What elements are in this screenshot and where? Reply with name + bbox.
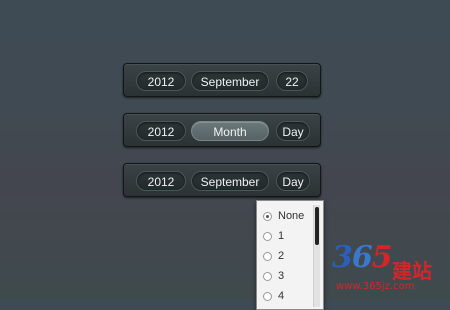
day-option-3[interactable]: 3 bbox=[263, 268, 284, 284]
radio-selected-icon bbox=[263, 211, 272, 221]
radio-icon bbox=[263, 271, 272, 281]
day-select[interactable]: Day bbox=[276, 121, 310, 141]
scrollbar-thumb[interactable] bbox=[315, 207, 319, 245]
watermark-url: www.365jz.com bbox=[336, 281, 415, 292]
date-picker-1: 2012 September 22 bbox=[123, 63, 321, 97]
day-select[interactable]: Day bbox=[276, 171, 310, 191]
day-option-none[interactable]: None bbox=[263, 208, 304, 224]
option-label: 1 bbox=[278, 230, 285, 242]
month-select[interactable]: Month bbox=[191, 121, 269, 141]
date-picker-3: 2012 September Day bbox=[123, 163, 321, 197]
month-select[interactable]: September bbox=[191, 71, 269, 91]
option-label: 4 bbox=[278, 290, 285, 302]
radio-icon bbox=[263, 251, 272, 261]
month-select[interactable]: September bbox=[191, 171, 269, 191]
radio-icon bbox=[263, 231, 272, 241]
year-select[interactable]: 2012 bbox=[136, 71, 186, 91]
day-option-4[interactable]: 4 bbox=[263, 288, 284, 304]
watermark-logo: 365 bbox=[332, 240, 393, 275]
option-label: 2 bbox=[278, 250, 285, 262]
date-picker-2: 2012 Month Day bbox=[123, 113, 321, 147]
day-select[interactable]: 22 bbox=[276, 71, 308, 91]
day-dropdown-list: None 1 2 3 4 bbox=[256, 200, 324, 310]
day-option-2[interactable]: 2 bbox=[263, 248, 284, 264]
watermark-chinese: 建站 bbox=[392, 259, 432, 283]
day-option-1[interactable]: 1 bbox=[263, 228, 284, 244]
radio-icon bbox=[263, 291, 272, 301]
year-select[interactable]: 2012 bbox=[136, 171, 186, 191]
option-label: None bbox=[278, 210, 305, 222]
option-label: 3 bbox=[278, 270, 285, 282]
year-select[interactable]: 2012 bbox=[136, 121, 186, 141]
